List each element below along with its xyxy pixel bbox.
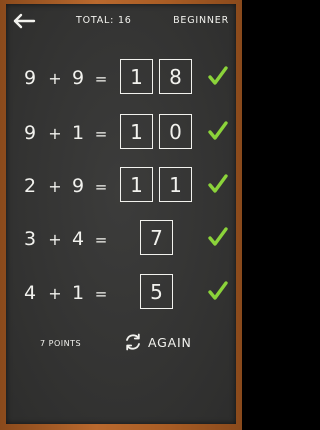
chalkboard: TOTAL: 16 BEGINNER 9 + 9 = 1 8 9 + 1 = 1… bbox=[6, 4, 236, 424]
operand-b: 1 bbox=[71, 282, 85, 304]
problem-row: 2 + 9 = 1 1 bbox=[6, 167, 236, 207]
equals-sign: = bbox=[94, 125, 108, 143]
equals-sign: = bbox=[94, 285, 108, 303]
difficulty-level[interactable]: BEGINNER bbox=[173, 15, 229, 26]
checkmark-icon bbox=[208, 281, 228, 300]
answer-digit-box[interactable]: 0 bbox=[159, 114, 192, 149]
operand-a: 3 bbox=[23, 228, 37, 250]
again-button[interactable]: AGAIN bbox=[123, 330, 192, 354]
points-label: 7 POINTS bbox=[40, 339, 82, 348]
again-label: AGAIN bbox=[148, 334, 192, 350]
checkmark-icon bbox=[208, 227, 228, 246]
arrow-left-icon bbox=[13, 13, 36, 29]
checkmark-icon bbox=[208, 66, 228, 85]
operand-a: 9 bbox=[23, 122, 37, 144]
operand-a: 2 bbox=[23, 175, 37, 197]
plus-sign: + bbox=[48, 177, 62, 196]
answer-digit-box[interactable]: 8 bbox=[159, 59, 192, 94]
equals-sign: = bbox=[94, 231, 108, 249]
answer-digit-box[interactable]: 1 bbox=[120, 167, 153, 202]
operand-a: 4 bbox=[23, 282, 37, 304]
top-bar: TOTAL: 16 BEGINNER bbox=[6, 4, 236, 38]
wooden-frame: TOTAL: 16 BEGINNER 9 + 9 = 1 8 9 + 1 = 1… bbox=[0, 0, 242, 430]
back-button[interactable] bbox=[12, 12, 38, 30]
plus-sign: + bbox=[48, 230, 62, 249]
plus-sign: + bbox=[48, 124, 62, 143]
operand-b: 9 bbox=[71, 175, 85, 197]
checkmark-icon bbox=[208, 121, 228, 140]
problem-row: 3 + 4 = 7 bbox=[6, 220, 236, 260]
operand-b: 1 bbox=[71, 122, 85, 144]
operand-b: 4 bbox=[71, 228, 85, 250]
refresh-icon bbox=[126, 333, 140, 351]
answer-digit-box[interactable]: 1 bbox=[120, 59, 153, 94]
plus-sign: + bbox=[48, 284, 62, 303]
equals-sign: = bbox=[94, 178, 108, 196]
operand-a: 9 bbox=[23, 67, 37, 89]
answer-digit-box[interactable]: 1 bbox=[120, 114, 153, 149]
answer-digit-box[interactable]: 5 bbox=[140, 274, 173, 309]
operand-b: 9 bbox=[71, 67, 85, 89]
plus-sign: + bbox=[48, 69, 62, 88]
answer-digit-box[interactable]: 1 bbox=[159, 167, 192, 202]
equals-sign: = bbox=[94, 70, 108, 88]
problem-row: 9 + 1 = 1 0 bbox=[6, 114, 236, 154]
answer-digit-box[interactable]: 7 bbox=[140, 220, 173, 255]
problem-row: 9 + 9 = 1 8 bbox=[6, 59, 236, 99]
total-score: TOTAL: 16 bbox=[76, 15, 132, 26]
problem-row: 4 + 1 = 5 bbox=[6, 274, 236, 314]
checkmark-icon bbox=[208, 174, 228, 193]
